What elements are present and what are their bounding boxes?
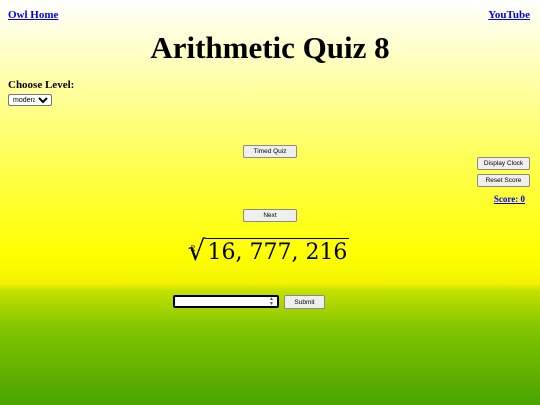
answer-input[interactable]: ▲ ▼: [173, 295, 279, 308]
timed-quiz-button[interactable]: Timed Quiz: [243, 145, 297, 158]
radicand: 16, 777, 216: [205, 238, 350, 265]
level-label: Choose Level:: [8, 79, 75, 91]
reset-score-button[interactable]: Reset Score: [477, 174, 530, 187]
radical-expression: 2 √ 16, 777, 216: [188, 237, 350, 265]
score-display[interactable]: Score: 0: [494, 194, 525, 204]
number-spinner-icon[interactable]: ▲ ▼: [269, 297, 274, 307]
youtube-link[interactable]: YouTube: [488, 9, 530, 21]
next-button[interactable]: Next: [243, 209, 297, 222]
owl-home-link[interactable]: Owl Home: [8, 9, 58, 21]
root-index: 2: [190, 244, 196, 253]
level-select[interactable]: moderate: [8, 94, 52, 106]
problem-display: 2 √ 16, 777, 216: [0, 237, 540, 269]
submit-button[interactable]: Submit: [284, 295, 325, 309]
page-title: Arithmetic Quiz 8: [150, 30, 390, 65]
display-clock-button[interactable]: Display Clock: [477, 157, 530, 170]
